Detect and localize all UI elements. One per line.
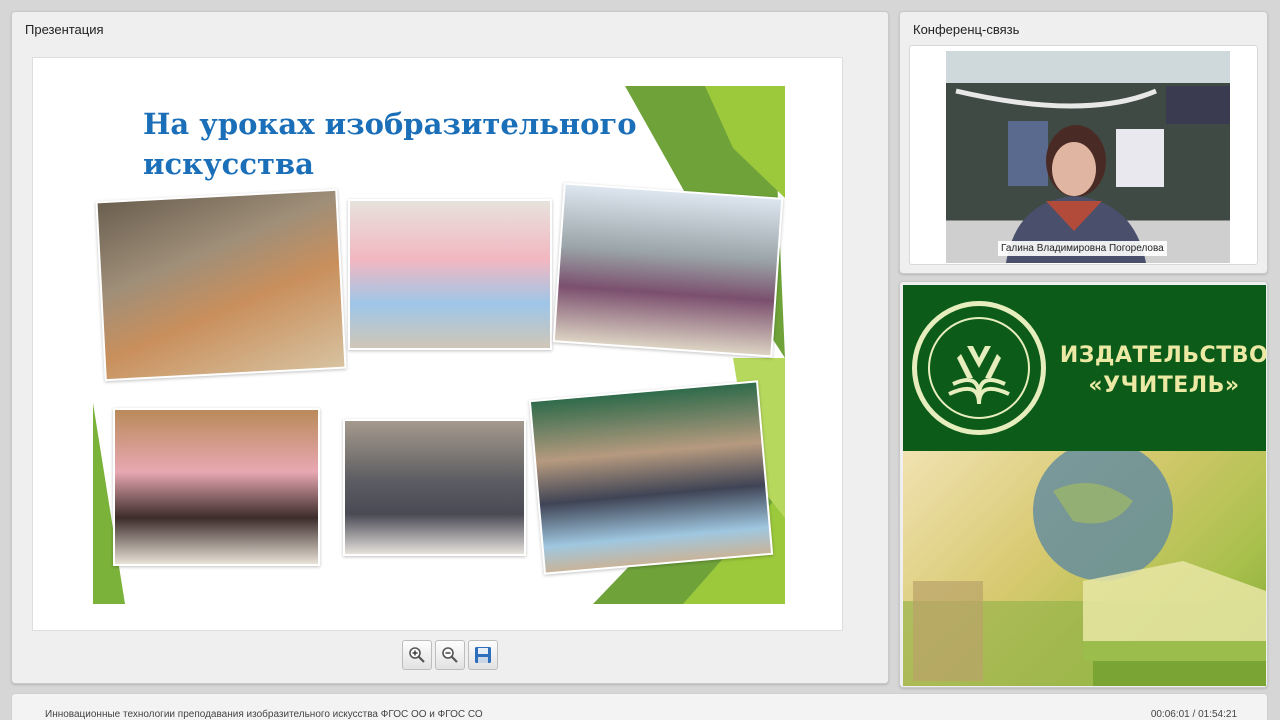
speaker-name-label: Галина Владимировна Погорелова [998, 241, 1167, 256]
publisher-name-line1: ИЗДАТЕЛЬСТВО [1059, 343, 1269, 368]
classroom-photo [113, 408, 320, 566]
publisher-panel: ИЗДАТЕЛЬСТВО «УЧИТЕЛЬ» [899, 281, 1268, 688]
conference-panel-title: Конференц-связь [913, 22, 1020, 37]
playback-time: 00:06:01 / 01:54:21 [1150, 709, 1237, 720]
book-icon [928, 317, 1030, 419]
course-title: Инновационные технологии преподавания из… [45, 709, 483, 720]
footer-bar: Инновационные технологии преподавания из… [11, 693, 1268, 720]
publisher-banner: ИЗДАТЕЛЬСТВО «УЧИТЕЛЬ» [903, 285, 1269, 451]
conference-panel: Конференц-связь Галина Владимировна Пого… [899, 11, 1268, 274]
presentation-slide: На уроках изобразительного искусства [32, 57, 843, 631]
presentation-panel: Презентация На уроках изобразительного и… [11, 11, 889, 684]
classroom-photo [343, 419, 526, 556]
zoom-in-button[interactable] [402, 640, 432, 670]
zoom-out-button[interactable] [435, 640, 465, 670]
zoom-in-icon [409, 647, 425, 663]
speaker-video[interactable]: Галина Владимировна Погорелова [946, 51, 1230, 263]
speaker-avatar [955, 86, 1230, 263]
globe-books-image [903, 451, 1266, 686]
publisher-name-line2: «УЧИТЕЛЬ» [1088, 373, 1240, 398]
slide-toolbar [402, 640, 498, 670]
zoom-out-icon [442, 647, 458, 663]
publisher-image [903, 451, 1266, 686]
save-icon [475, 647, 491, 663]
slide-title: На уроках изобразительного искусства [143, 107, 637, 181]
video-frame: Галина Владимировна Погорелова [909, 45, 1258, 265]
classroom-photo [348, 199, 552, 350]
classroom-photo [528, 380, 774, 575]
publisher-logo [912, 301, 1046, 435]
classroom-photo [552, 182, 784, 358]
classroom-photo [95, 188, 347, 382]
publisher-name: ИЗДАТЕЛЬСТВО «УЧИТЕЛЬ» [1059, 341, 1269, 401]
save-button[interactable] [468, 640, 498, 670]
presentation-panel-title: Презентация [25, 22, 104, 37]
